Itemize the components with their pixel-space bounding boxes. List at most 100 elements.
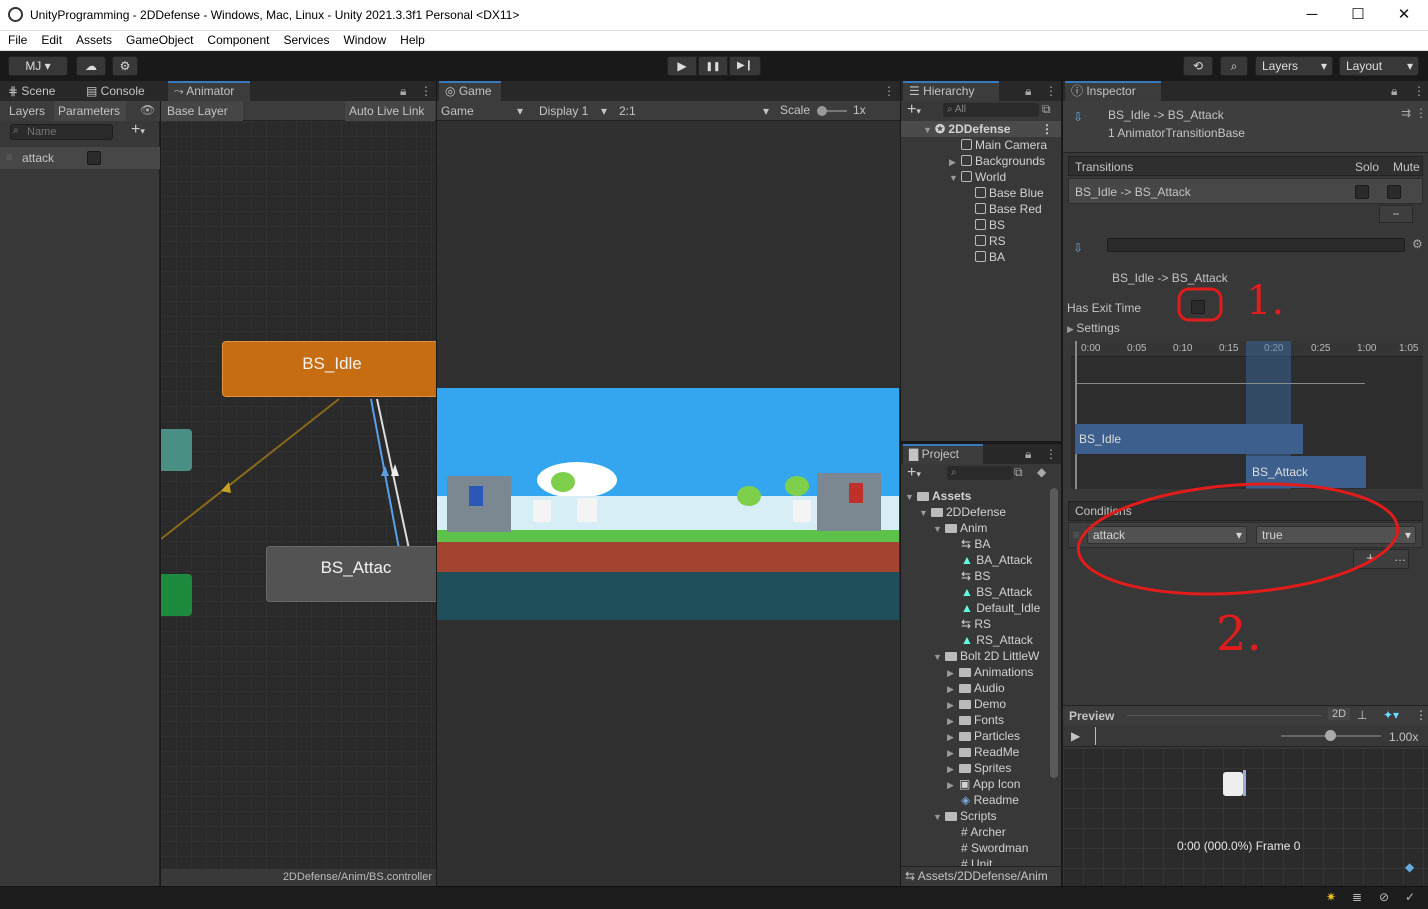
display-dropdown[interactable]: Display 1 ▾ xyxy=(537,102,609,120)
tab-console[interactable]: ▤ Console xyxy=(80,81,166,101)
hierarchy-root[interactable]: ▼ ✪ 2DDefense ⋮ xyxy=(901,121,1061,137)
lock-icon[interactable]: 🔒︎ xyxy=(1025,447,1031,462)
gear-icon[interactable]: ⚙ xyxy=(1412,237,1423,251)
param-name[interactable]: attack xyxy=(22,151,54,165)
project-item[interactable]: ▶ Sprites xyxy=(901,760,1049,776)
remove-condition-button[interactable]: … xyxy=(1394,550,1406,564)
menu-component[interactable]: Component xyxy=(199,31,275,50)
layers-dropdown[interactable]: Layers ▾ xyxy=(1255,56,1333,76)
project-item[interactable]: # Swordman xyxy=(901,840,1049,856)
project-item[interactable]: ▶ ReadMe xyxy=(901,744,1049,760)
minimize-button[interactable]: ─ xyxy=(1292,4,1332,26)
more-icon[interactable]: ⋮ xyxy=(1041,121,1053,137)
expand-arrow-icon[interactable]: ▶ xyxy=(947,713,959,729)
menu-window[interactable]: Window xyxy=(335,31,392,50)
debug-bug-icon[interactable]: ✷ xyxy=(1326,890,1336,904)
scale-slider-thumb[interactable] xyxy=(817,106,827,116)
expand-arrow-icon[interactable]: ▶ xyxy=(947,761,959,777)
play-button[interactable]: ▶ xyxy=(667,56,697,76)
maximize-button[interactable]: ☐ xyxy=(1338,4,1378,26)
add-param-button[interactable]: +▾ xyxy=(131,121,145,139)
game-mode-dropdown[interactable]: Game ▾ xyxy=(439,102,525,120)
lock-icon[interactable]: 🔒︎ xyxy=(400,84,406,99)
expand-arrow-icon[interactable]: ▶ xyxy=(947,697,959,713)
project-item[interactable]: ▼ Assets xyxy=(901,488,1049,504)
expand-arrow-icon[interactable]: ▶ xyxy=(949,154,961,170)
project-item[interactable]: ▶ Fonts xyxy=(901,712,1049,728)
label-icon[interactable]: ◆ xyxy=(1405,860,1414,874)
auto-live-link-toggle[interactable]: Auto Live Link xyxy=(345,101,435,121)
hierarchy-item[interactable]: ▶ Backgrounds xyxy=(901,153,1061,169)
close-button[interactable]: ✕ xyxy=(1384,4,1424,26)
menu-services[interactable]: Services xyxy=(275,31,335,50)
progress-check-icon[interactable]: ✓ xyxy=(1405,890,1415,904)
expand-arrow-icon[interactable]: ▼ xyxy=(919,505,931,521)
add-condition-button[interactable]: + xyxy=(1366,550,1375,567)
expand-arrow-icon[interactable]: ▶ xyxy=(947,681,959,697)
project-item[interactable]: ▼ Scripts xyxy=(901,808,1049,824)
lock-icon[interactable]: 🔒︎ xyxy=(1025,84,1031,99)
project-item[interactable]: # Archer xyxy=(901,824,1049,840)
hierarchy-item[interactable]: Main Camera xyxy=(901,137,1061,153)
preview-speed-thumb[interactable] xyxy=(1325,730,1336,741)
eye-icon[interactable]: 👁︎ xyxy=(140,103,155,117)
project-item[interactable]: ▶ Audio xyxy=(901,680,1049,696)
create-button[interactable]: +▾ xyxy=(907,101,921,119)
hierarchy-item[interactable]: BS xyxy=(901,217,1061,233)
solo-checkbox[interactable] xyxy=(1355,185,1369,199)
state-node-bs-attack[interactable]: BS_Attac xyxy=(266,546,436,602)
hierarchy-search-input[interactable]: ⌕ All xyxy=(943,103,1039,117)
preview-viewport[interactable]: 0:00 (000.0%) Frame 0 ◆ xyxy=(1063,748,1428,886)
state-node-bs-idle[interactable]: BS_Idle xyxy=(222,341,436,397)
cache-server-icon[interactable]: ≣ xyxy=(1352,890,1362,904)
filter-icon[interactable]: ⧉ xyxy=(1014,465,1023,480)
hierarchy-item[interactable]: BA xyxy=(901,249,1061,265)
pivot-icon[interactable]: ⊥ xyxy=(1357,708,1367,722)
param-search-input[interactable] xyxy=(27,125,111,139)
project-item[interactable]: ▶ Demo xyxy=(901,696,1049,712)
expand-arrow-icon[interactable]: ▼ xyxy=(905,489,917,505)
cloud-icon[interactable]: ☁ xyxy=(76,56,106,76)
expand-arrow-icon[interactable]: ▶ xyxy=(947,745,959,761)
more-icon[interactable]: ⋮ xyxy=(1413,84,1425,98)
drag-handle-icon[interactable]: ≡ xyxy=(1073,528,1080,542)
project-item[interactable]: ▲ BS_Attack xyxy=(901,584,1049,600)
tab-game[interactable]: ◎ Game xyxy=(439,81,501,101)
more-icon[interactable]: ⋮ xyxy=(1045,84,1057,98)
hierarchy-item[interactable]: RS xyxy=(901,233,1061,249)
expand-arrow-icon[interactable]: ▼ xyxy=(933,809,945,825)
step-button[interactable]: ▶❙ xyxy=(729,56,761,76)
menu-assets[interactable]: Assets xyxy=(68,31,118,50)
expand-arrow-icon[interactable]: ▶ xyxy=(947,729,959,745)
tab-hierarchy[interactable]: ☰ Hierarchy xyxy=(903,81,999,101)
hierarchy-item[interactable]: Base Blue xyxy=(901,185,1061,201)
expand-arrow-icon[interactable]: ▶ xyxy=(947,777,959,793)
expand-arrow-icon[interactable]: ▼ xyxy=(949,170,961,186)
history-icon[interactable]: ⟲ xyxy=(1183,56,1213,76)
project-item[interactable]: ▲ RS_Attack xyxy=(901,632,1049,648)
layers-tab[interactable]: Layers xyxy=(4,101,52,121)
mute-checkbox[interactable] xyxy=(1387,185,1401,199)
settings-icon[interactable]: ⇉ xyxy=(1401,106,1411,120)
menu-gameobject[interactable]: GameObject xyxy=(118,31,199,50)
project-item[interactable]: ▶ Particles xyxy=(901,728,1049,744)
more-icon[interactable]: ⋮ xyxy=(1415,106,1427,120)
auto-generate-icon[interactable]: ⊘ xyxy=(1379,890,1389,904)
project-item[interactable]: ▼ Bolt 2D LittleW xyxy=(901,648,1049,664)
drag-handle-icon[interactable]: ≡ xyxy=(6,150,13,164)
more-icon[interactable]: ⋮ xyxy=(420,84,432,98)
bar-bs-idle[interactable]: BS_Idle xyxy=(1075,424,1303,454)
tab-inspector[interactable]: ⓘ Inspector xyxy=(1065,81,1161,101)
remove-transition-button[interactable]: − xyxy=(1379,205,1413,223)
tab-project[interactable]: ▇ Project xyxy=(903,444,983,464)
create-asset-button[interactable]: +▾ xyxy=(907,464,921,482)
parameters-tab[interactable]: Parameters xyxy=(54,101,126,121)
breadcrumb-base-layer[interactable]: Base Layer xyxy=(161,101,243,121)
transition-list-row[interactable]: BS_Idle -> BS_Attack xyxy=(1068,178,1423,204)
expand-arrow-icon[interactable]: ▼ xyxy=(933,521,945,537)
menu-edit[interactable]: Edit xyxy=(33,31,68,50)
project-item[interactable]: ▶ Animations xyxy=(901,664,1049,680)
expand-arrow-icon[interactable]: ▶ xyxy=(947,665,959,681)
project-item[interactable]: ▲ BA_Attack xyxy=(901,552,1049,568)
aspect-dropdown[interactable]: 2:1 ▾ xyxy=(617,102,771,120)
